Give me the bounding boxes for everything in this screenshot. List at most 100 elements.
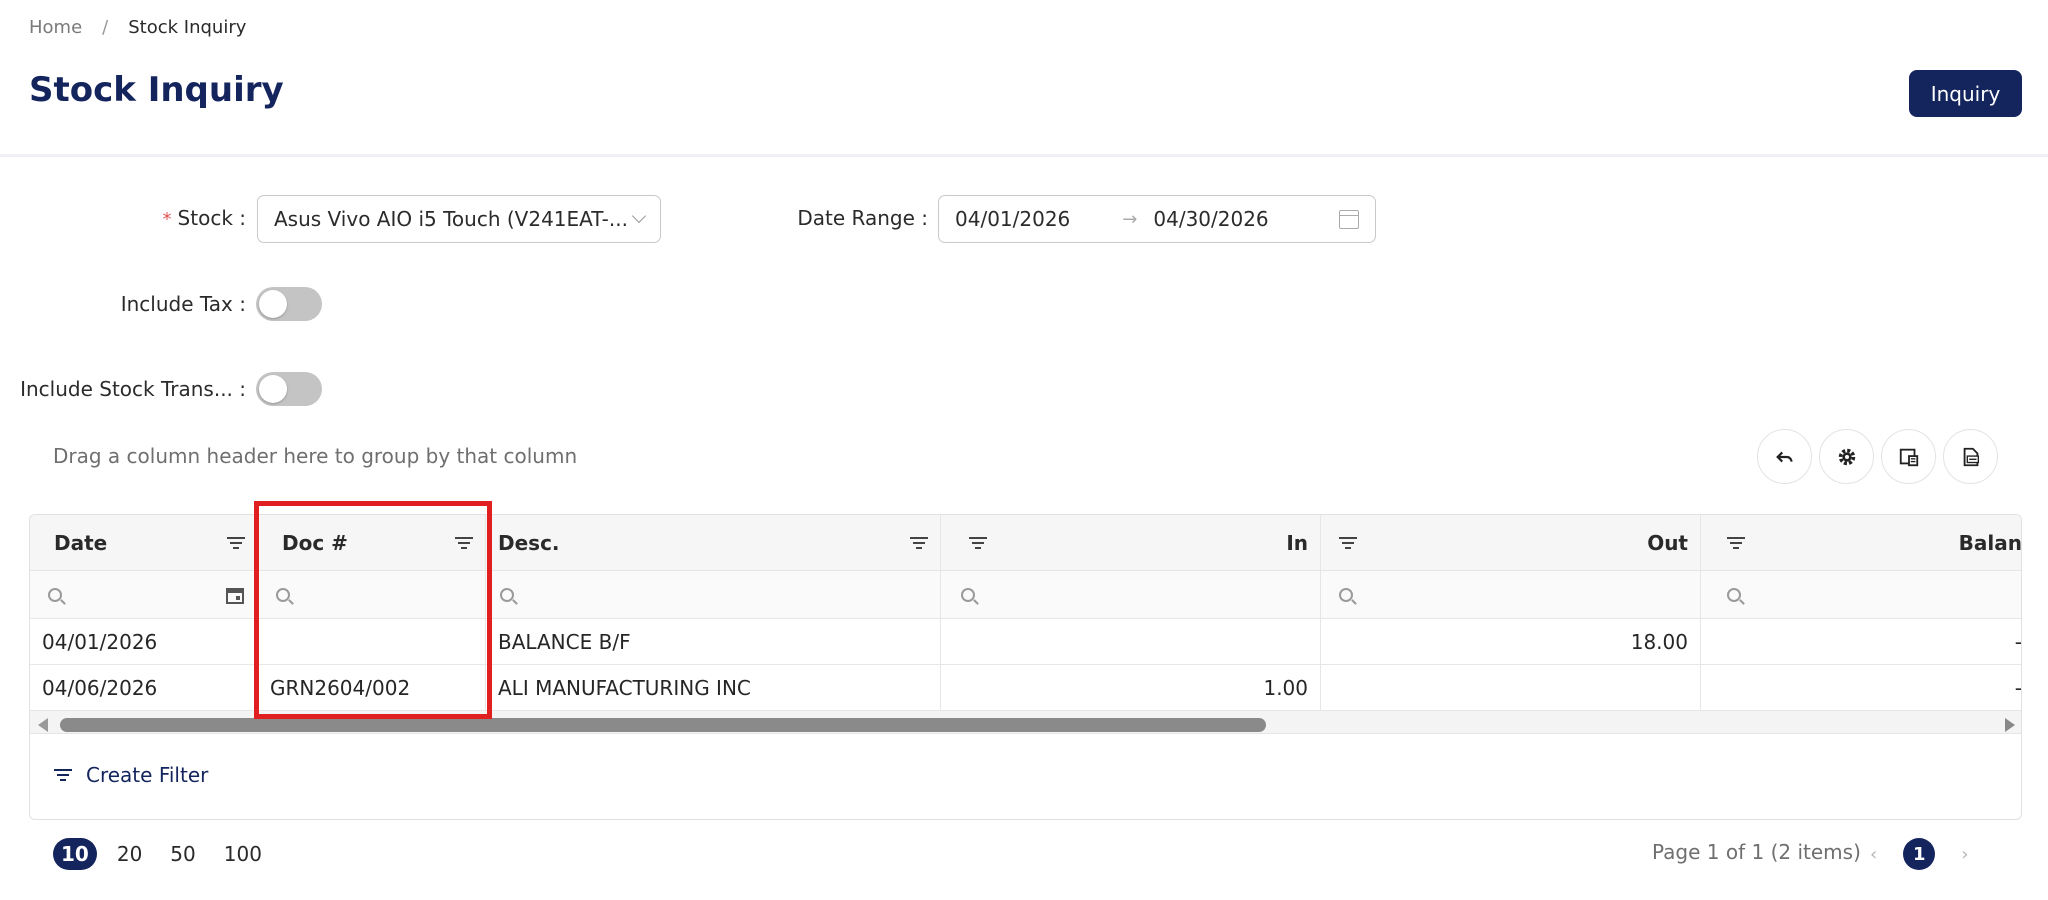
- page-title: Stock Inquiry: [29, 70, 284, 110]
- gear-icon: [1838, 448, 1855, 465]
- undo-icon: [1775, 451, 1793, 462]
- filter-cell-balance[interactable]: [1701, 571, 2021, 619]
- date-range-picker[interactable]: 04/01/2026 → 04/30/2026: [938, 195, 1376, 243]
- column-header-out[interactable]: Out: [1321, 515, 1701, 571]
- cell-date: 04/01/2026: [30, 619, 258, 665]
- cell-date: 04/06/2026: [30, 665, 258, 711]
- filter-icon: [54, 769, 72, 781]
- column-header-label: Doc #: [282, 530, 348, 555]
- calendar-icon[interactable]: [1339, 209, 1359, 229]
- toggle-knob: [259, 375, 287, 403]
- date-from-input[interactable]: 04/01/2026: [955, 207, 1070, 231]
- filter-cell-in[interactable]: [941, 571, 1321, 619]
- inquiry-button[interactable]: Inquiry: [1909, 70, 2022, 117]
- doc-link[interactable]: GRN2604/002: [258, 665, 486, 711]
- grid-table: Date Doc # Desc. In Out Balan 04/01/2026…: [30, 515, 2022, 711]
- search-icon: [961, 587, 975, 602]
- page-size-selector: 10 20 50 100: [53, 838, 282, 870]
- settings-button[interactable]: [1819, 429, 1874, 484]
- column-header-label: Balan: [1958, 530, 2022, 555]
- horizontal-scrollbar[interactable]: [30, 711, 2021, 733]
- search-icon: [1339, 587, 1353, 602]
- grid-header-row: Date Doc # Desc. In Out Balan: [30, 515, 2022, 571]
- filter-cell-date[interactable]: [30, 571, 258, 619]
- undo-button[interactable]: [1757, 429, 1812, 484]
- filter-icon[interactable]: [455, 536, 473, 549]
- next-page-button[interactable]: ›: [1961, 844, 1968, 865]
- search-icon: [276, 587, 290, 602]
- calendar-icon[interactable]: [225, 585, 245, 605]
- filter-icon[interactable]: [969, 536, 987, 549]
- stock-label: * Stock :: [150, 206, 246, 230]
- filter-icon[interactable]: [1727, 536, 1745, 549]
- column-header-desc[interactable]: Desc.: [486, 515, 941, 571]
- scrollbar-thumb[interactable]: [60, 718, 1266, 732]
- filter-icon[interactable]: [1339, 536, 1357, 549]
- toggle-knob: [259, 290, 287, 318]
- filter-icon[interactable]: [227, 536, 245, 549]
- pager-nav: ‹ 1 ›: [1870, 838, 1968, 870]
- stock-label-text: Stock :: [177, 206, 246, 230]
- search-icon: [1727, 587, 1741, 602]
- scroll-left-arrow-icon[interactable]: [38, 718, 48, 732]
- column-chooser-icon: [1899, 448, 1918, 466]
- cell-desc: BALANCE B/F: [486, 619, 941, 665]
- include-stock-transfer-label: Include Stock Trans... :: [20, 377, 246, 401]
- grid-filter-row: [30, 571, 2021, 619]
- filter-cell-out[interactable]: [1321, 571, 1701, 619]
- column-header-label: Out: [1647, 530, 1688, 555]
- column-header-date[interactable]: Date: [30, 515, 258, 571]
- cell-balance: -: [1701, 665, 2021, 711]
- range-arrow-icon: →: [1122, 208, 1138, 230]
- column-header-label: In: [1286, 530, 1308, 555]
- grid-footer-divider: [30, 733, 2021, 734]
- filter-cell-doc[interactable]: [258, 571, 486, 619]
- breadcrumb-separator: /: [102, 17, 109, 38]
- group-panel-hint: Drag a column header here to group by th…: [53, 444, 578, 468]
- stock-select[interactable]: Asus Vivo AIO i5 Touch (V241EAT-...: [257, 195, 661, 243]
- breadcrumb-home[interactable]: Home: [29, 17, 82, 38]
- page-info: Page 1 of 1 (2 items): [1652, 840, 1861, 864]
- cell-out: [1321, 665, 1701, 711]
- create-filter-button[interactable]: Create Filter: [54, 763, 208, 787]
- date-to-input[interactable]: 04/30/2026: [1153, 207, 1268, 231]
- search-icon: [500, 587, 514, 602]
- column-header-doc[interactable]: Doc #: [258, 515, 486, 571]
- column-header-in[interactable]: In: [941, 515, 1321, 571]
- filter-icon[interactable]: [910, 536, 928, 549]
- stock-select-value: Asus Vivo AIO i5 Touch (V241EAT-...: [274, 207, 628, 231]
- page-size-option[interactable]: 50: [162, 838, 203, 870]
- table-row[interactable]: 04/06/2026 GRN2604/002 ALI MANUFACTURING…: [30, 665, 2021, 711]
- column-header-balance[interactable]: Balan: [1701, 515, 2022, 571]
- chevron-down-icon: [631, 208, 647, 224]
- cell-balance: -: [1701, 619, 2021, 665]
- cell-in: [941, 619, 1321, 665]
- filter-cell-desc[interactable]: [486, 571, 941, 619]
- prev-page-button[interactable]: ‹: [1870, 844, 1877, 865]
- page-size-option[interactable]: 20: [109, 838, 150, 870]
- include-stock-transfer-toggle[interactable]: [256, 372, 322, 406]
- cell-desc: ALI MANUFACTURING INC: [486, 665, 941, 711]
- required-mark: *: [162, 209, 172, 230]
- cell-in: 1.00: [941, 665, 1321, 711]
- page-size-option[interactable]: 10: [53, 838, 97, 870]
- export-pdf-button[interactable]: [1943, 429, 1998, 484]
- table-row[interactable]: 04/01/2026 BALANCE B/F 18.00 -: [30, 619, 2021, 665]
- breadcrumb-current: Stock Inquiry: [128, 17, 247, 38]
- create-filter-label: Create Filter: [86, 763, 209, 787]
- page-number-button[interactable]: 1: [1903, 838, 1936, 870]
- column-header-label: Desc.: [498, 530, 560, 555]
- header-divider: [0, 154, 2048, 157]
- column-chooser-button[interactable]: [1881, 429, 1936, 484]
- column-header-label: Date: [54, 530, 108, 555]
- include-tax-toggle[interactable]: [256, 287, 322, 321]
- cell-doc[interactable]: [258, 619, 486, 665]
- search-icon: [48, 587, 62, 602]
- scroll-right-arrow-icon[interactable]: [2005, 718, 2015, 732]
- page-size-option[interactable]: 100: [216, 838, 270, 870]
- export-pdf-icon: [1963, 447, 1979, 466]
- date-range-label: Date Range :: [797, 206, 928, 230]
- cell-out: 18.00: [1321, 619, 1701, 665]
- stock-grid: Date Doc # Desc. In Out Balan 04/01/2026…: [29, 514, 2022, 820]
- include-tax-label: Include Tax :: [120, 292, 246, 316]
